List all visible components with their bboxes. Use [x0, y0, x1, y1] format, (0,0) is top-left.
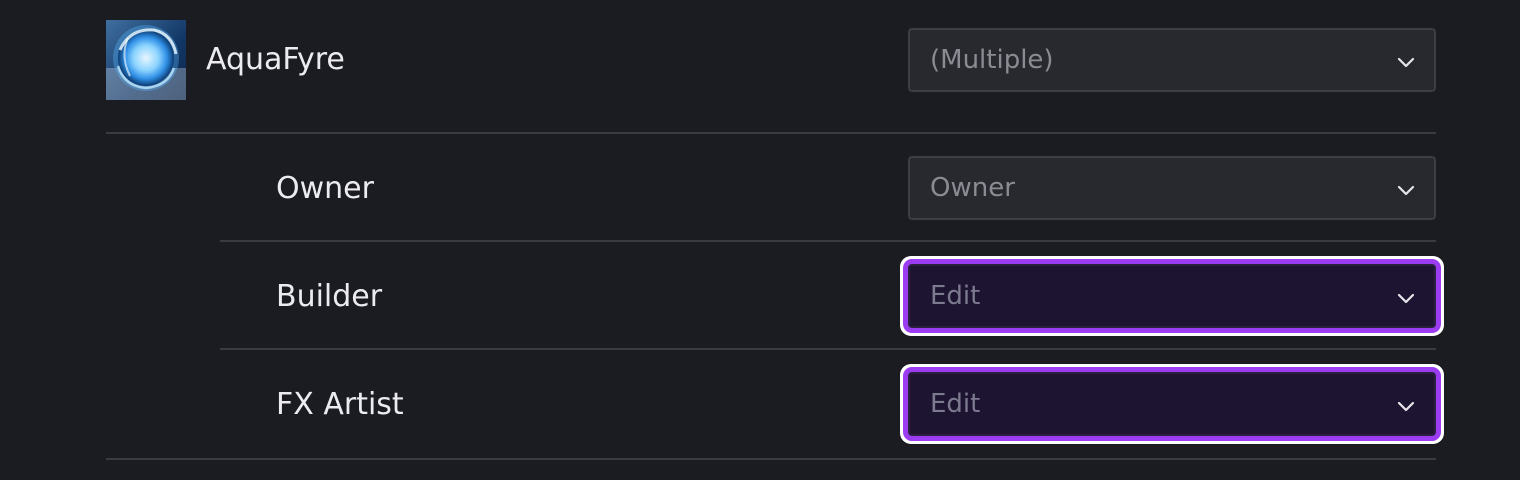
- group-avatar: [106, 20, 186, 100]
- group-name: AquaFyre: [206, 42, 345, 77]
- role-divider: [220, 240, 1436, 242]
- bottom-divider: [106, 458, 1436, 460]
- group-avatar-orb-icon: [106, 20, 186, 100]
- role-select-owner[interactable]: Owner: [908, 156, 1436, 220]
- chevron-down-icon: [1397, 401, 1415, 412]
- role-divider: [220, 348, 1436, 350]
- role-label-owner: Owner: [276, 171, 374, 206]
- chevron-down-icon: [1397, 293, 1415, 304]
- role-label-builder: Builder: [276, 279, 383, 314]
- group-permissions-panel: AquaFyre (Multiple) Owner Owner Builder …: [0, 0, 1520, 480]
- chevron-down-icon: [1397, 185, 1415, 196]
- role-select-builder-value: Edit: [930, 281, 981, 311]
- role-select-owner-value: Owner: [930, 173, 1015, 203]
- role-select-builder[interactable]: Edit: [908, 264, 1436, 328]
- group-divider: [106, 132, 1436, 134]
- role-select-fx-artist[interactable]: Edit: [908, 372, 1436, 436]
- group-role-select[interactable]: (Multiple): [908, 28, 1436, 92]
- chevron-down-icon: [1397, 57, 1415, 68]
- role-select-fx-artist-value: Edit: [930, 389, 981, 419]
- role-label-fx-artist: FX Artist: [276, 387, 404, 422]
- group-role-select-value: (Multiple): [930, 45, 1054, 75]
